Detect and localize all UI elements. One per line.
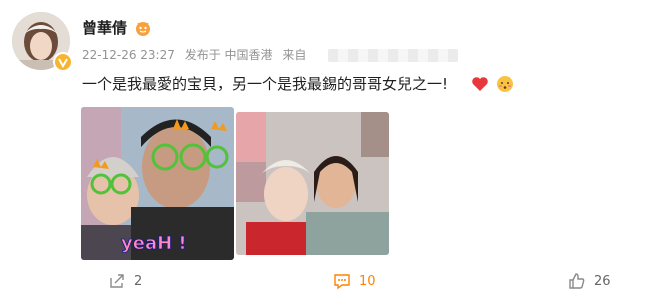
source-blurred [328,49,458,62]
post-text: 一个是我最愛的宝貝，另一个是我最錫的哥哥女兒之一! [82,75,449,93]
weibo-post: 曾華倩 22-12-26 23:27 发布于 中国香港 来自 一个是我最愛的宝貝… [0,0,660,304]
post-source-label: 来自 [282,48,307,62]
like-button[interactable]: 26 [568,272,611,290]
comment-icon [334,274,350,290]
vip-badge-icon [53,52,73,72]
like-count: 26 [594,273,611,289]
forward-button[interactable]: 2 [108,272,142,290]
post-location: 发布于 中国香港 [184,48,273,62]
level-icon [136,22,150,36]
action-bar: 2 10 26 [0,268,660,298]
comment-count: 10 [359,273,376,289]
username[interactable]: 曾華倩 [82,18,127,38]
photo-caption: yeaH ! [121,233,187,254]
post-meta: 22-12-26 23:27 发布于 中国香港 来自 [82,47,312,63]
photo-1[interactable]: yeaH ! [81,107,234,260]
thumbs-up-icon [569,273,585,289]
post-date[interactable]: 22-12-26 23:27 [82,48,175,62]
red-heart-icon [472,77,488,91]
shy-face-icon [497,76,513,92]
photo-2[interactable] [236,112,389,255]
forward-count: 2 [134,273,143,289]
share-icon [110,274,124,288]
comment-button[interactable]: 10 [333,272,376,290]
